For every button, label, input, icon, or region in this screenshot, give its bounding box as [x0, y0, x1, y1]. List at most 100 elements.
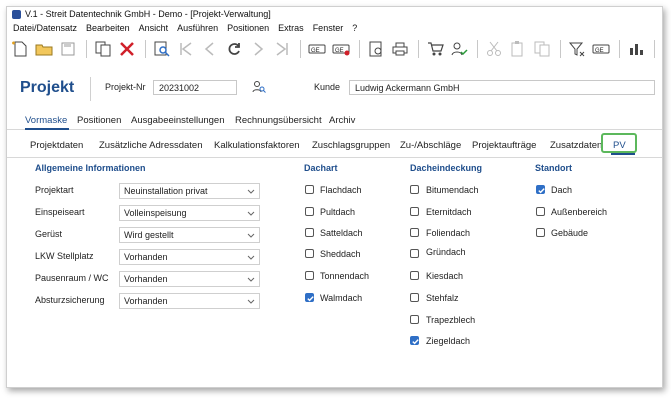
checkbox-stehfalz[interactable] — [410, 293, 419, 302]
toolbar-separator — [145, 40, 146, 58]
foliendach-label: Foliendach — [426, 228, 471, 238]
tab-rechnungsuebersicht[interactable]: Rechnungsübersicht — [235, 115, 322, 126]
ge-icon[interactable]: GE — [306, 38, 328, 60]
checkmark-icon — [307, 296, 314, 302]
print-preview-icon[interactable] — [365, 38, 387, 60]
copy-icon[interactable] — [92, 38, 114, 60]
geruest-value: Wird gestellt — [124, 230, 174, 240]
projekt-nr-field[interactable]: 20231002 — [153, 80, 237, 95]
toolbar-separator — [560, 40, 561, 58]
lkw-stellplatz-label: LKW Stellplatz — [35, 251, 94, 261]
last-record-icon[interactable] — [271, 38, 293, 60]
tab-ausgabeeinstellungen[interactable]: Ausgabeeinstellungen — [131, 115, 225, 126]
new-icon[interactable] — [9, 38, 31, 60]
checkbox-flachdach[interactable] — [305, 185, 314, 194]
menu-fenster[interactable]: Fenster — [313, 23, 344, 33]
stehfalz-label: Stehfalz — [426, 293, 459, 303]
attachment-icon[interactable] — [660, 38, 662, 60]
satteldach-label: Satteldach — [320, 228, 363, 238]
menu-bar: Datei/Datensatz Bearbeiten Ansicht Ausfü… — [7, 22, 366, 34]
active-subtab-indicator — [611, 153, 635, 155]
tab-zusatzdaten[interactable]: Zusatzdaten — [550, 140, 602, 151]
tab-zusaetzliche-adressdaten[interactable]: Zusätzliche Adressdaten — [99, 140, 203, 151]
kiesdach-label: Kiesdach — [426, 271, 464, 281]
chevron-down-icon — [247, 211, 255, 216]
user-check-icon[interactable] — [448, 38, 470, 60]
section-title-dachart: Dachart — [304, 163, 338, 173]
copy-doc-icon[interactable] — [531, 38, 553, 60]
checkbox-dach[interactable] — [536, 185, 545, 194]
tab-kalkulationsfaktoren[interactable]: Kalkulationsfaktoren — [214, 140, 300, 151]
bar-chart-icon[interactable] — [625, 38, 647, 60]
geruest-select[interactable]: Wird gestellt — [119, 227, 260, 243]
kunde-field[interactable]: Ludwig Ackermann GmbH — [349, 80, 655, 95]
tab-zu-abschlaege[interactable]: Zu-/Abschläge — [400, 140, 461, 151]
einspeiseart-label: Einspeiseart — [35, 207, 85, 217]
tab-archiv[interactable]: Archiv — [329, 115, 355, 126]
tab-zuschlagsgruppen[interactable]: Zuschlagsgruppen — [312, 140, 390, 151]
lkw-stellplatz-select[interactable]: Vorhanden — [119, 249, 260, 265]
tab-positionen[interactable]: Positionen — [77, 115, 121, 126]
checkbox-kiesdach[interactable] — [410, 271, 419, 280]
menu-help[interactable]: ? — [352, 23, 357, 33]
save-icon[interactable] — [57, 38, 79, 60]
toolbar-separator — [86, 40, 87, 58]
checkbox-walmdach[interactable] — [305, 293, 314, 302]
gruendach-label: Gründach — [426, 247, 466, 257]
previous-record-icon[interactable] — [199, 38, 221, 60]
menu-extras[interactable]: Extras — [278, 23, 304, 33]
menu-datei[interactable]: Datei/Datensatz — [13, 23, 77, 33]
checkbox-gruendach[interactable] — [410, 249, 419, 258]
header-divider — [90, 77, 91, 101]
checkbox-tonnendach[interactable] — [305, 271, 314, 280]
checkbox-foliendach[interactable] — [410, 228, 419, 237]
menu-ausfuehren[interactable]: Ausführen — [177, 23, 218, 33]
einspeiseart-select[interactable]: Volleinspeisung — [119, 205, 260, 221]
menu-positionen[interactable]: Positionen — [227, 23, 269, 33]
projektart-select[interactable]: Neuinstallation privat — [119, 183, 260, 199]
checkbox-gebaeude[interactable] — [536, 228, 545, 237]
print-icon[interactable] — [389, 38, 411, 60]
refresh-icon[interactable] — [223, 38, 245, 60]
tab-projektauftraege[interactable]: Projektaufträge — [472, 140, 536, 151]
checkbox-sheddach[interactable] — [305, 249, 314, 258]
search-document-icon[interactable] — [151, 38, 173, 60]
checkbox-pultdach[interactable] — [305, 207, 314, 216]
filter-icon[interactable] — [566, 38, 588, 60]
pausenraum-select[interactable]: Vorhanden — [119, 271, 260, 287]
absturzsicherung-select[interactable]: Vorhanden — [119, 293, 260, 309]
cut-icon[interactable] — [483, 38, 505, 60]
delete-icon[interactable] — [116, 38, 138, 60]
toolbar-separator — [359, 40, 360, 58]
ge-filter-icon[interactable]: GE — [590, 38, 612, 60]
absturzsicherung-label: Absturzsicherung — [35, 295, 105, 305]
projektart-label: Projektart — [35, 185, 74, 195]
ge-red-icon[interactable]: GE — [330, 38, 352, 60]
cart-icon[interactable] — [424, 38, 446, 60]
checkbox-satteldach[interactable] — [305, 228, 314, 237]
menu-ansicht[interactable]: Ansicht — [139, 23, 169, 33]
checkbox-bitumendach[interactable] — [410, 185, 419, 194]
absturzsicherung-value: Vorhanden — [124, 296, 168, 306]
checkbox-eternitdach[interactable] — [410, 207, 419, 216]
user-search-icon[interactable] — [252, 80, 266, 96]
einspeiseart-value: Volleinspeisung — [124, 208, 187, 218]
flachdach-label: Flachdach — [320, 185, 362, 195]
paste-icon[interactable] — [507, 38, 529, 60]
geruest-label: Gerüst — [35, 229, 63, 239]
checkbox-trapezblech[interactable] — [410, 315, 419, 324]
next-record-icon[interactable] — [247, 38, 269, 60]
menu-bearbeiten[interactable]: Bearbeiten — [86, 23, 130, 33]
tab-vormaske[interactable]: Vormaske — [25, 115, 67, 126]
section-title-allgemein: Allgemeine Informationen — [35, 163, 146, 173]
tab-pv[interactable]: PV — [613, 140, 626, 151]
active-tab-indicator — [25, 128, 69, 130]
sub-tabs: Projektdaten Zusätzliche Adressdaten Kal… — [7, 135, 662, 158]
checkbox-aussenbereich[interactable] — [536, 207, 545, 216]
sheddach-label: Sheddach — [320, 249, 361, 259]
tab-projektdaten[interactable]: Projektdaten — [30, 140, 83, 151]
toolbar: GE GE GE — [9, 37, 662, 61]
first-record-icon[interactable] — [175, 38, 197, 60]
open-folder-icon[interactable] — [33, 38, 55, 60]
checkbox-ziegeldach[interactable] — [410, 336, 419, 345]
